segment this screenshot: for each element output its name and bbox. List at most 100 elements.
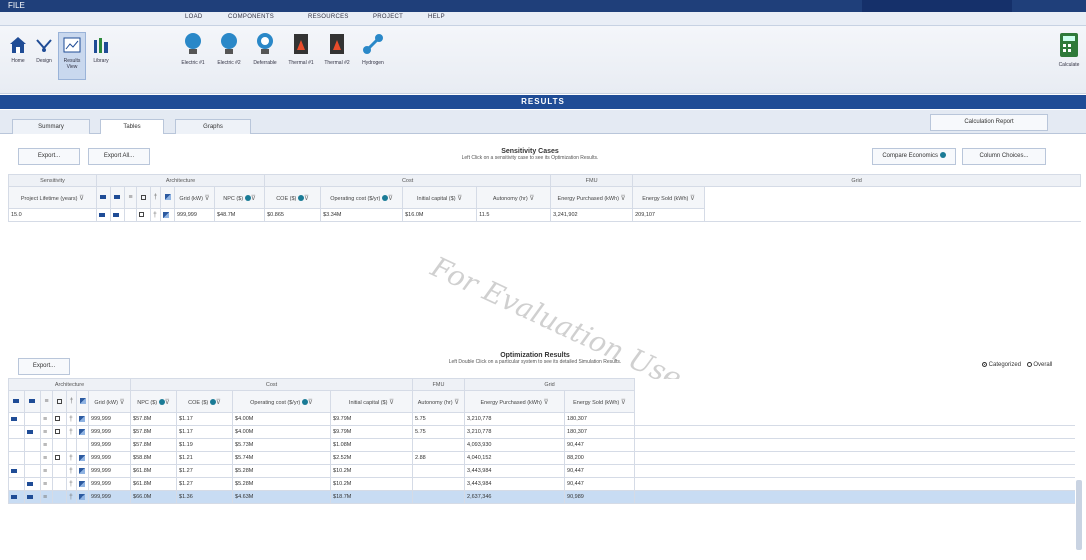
table-row[interactable]: ≡ 999,999 $57.8M $1.19 $5.73M $1.08M 4,093,930…	[8, 438, 1075, 452]
col-capital[interactable]: Initial capital ($) ⊽	[402, 186, 478, 209]
library-button[interactable]: Library	[88, 36, 114, 64]
filter-icon[interactable]: ⊽	[389, 399, 394, 406]
sensitivity-title: Sensitivity Cases Left Click on a sensit…	[380, 148, 680, 161]
cell-icon	[66, 438, 77, 452]
tab-graphs[interactable]: Graphs	[175, 119, 251, 134]
overall-radio[interactable]	[1026, 362, 1032, 367]
home-button[interactable]: Home	[6, 36, 30, 64]
table-row[interactable]: ≡ † 999,999 $61.8M $1.27 $5.28M $10.2M 3,443,98…	[8, 464, 1075, 478]
electric2-button[interactable]: Electric #2	[212, 32, 246, 66]
cell-icon: ≡	[40, 490, 53, 504]
filter-icon[interactable]: ⊽	[454, 399, 459, 406]
scrollbar-thumb[interactable]	[1076, 480, 1082, 550]
optimization-title: Optimization Results Left Double Click o…	[380, 352, 690, 365]
filter-icon[interactable]: ⊽	[529, 195, 534, 202]
menu-project[interactable]: PROJECT	[373, 14, 403, 20]
table-row[interactable]: ≡ † 999,999 $58.8M $1.21 $5.74M $2.52M 2.88 4,04…	[8, 451, 1075, 465]
cell-icon	[124, 208, 137, 222]
cell-opcost: $5.73M	[232, 438, 332, 452]
opt-col-npc[interactable]: NPC ($) ⊽	[130, 390, 178, 413]
filter-icon[interactable]: ⊽	[216, 399, 221, 406]
cell-autonomy	[412, 490, 466, 504]
cell-npc: $57.8M	[130, 425, 178, 439]
opt-col-opcost-label: Operating cost ($/yr)	[250, 399, 301, 406]
col-coe[interactable]: COE ($) ⊽	[264, 186, 322, 209]
opt-col-opcost[interactable]: Operating cost ($/yr) ⊽	[232, 390, 332, 413]
cell-sold: 88,200	[564, 451, 636, 465]
filter-icon[interactable]: ⊽	[165, 399, 170, 406]
opt-col-sold[interactable]: Energy Sold (kWh) ⊽	[564, 390, 636, 413]
col-opcost[interactable]: Operating cost ($/yr) ⊽	[320, 186, 404, 209]
filter-icon[interactable]: ⊽	[690, 195, 695, 202]
calculation-report-button[interactable]: Calculation Report	[930, 114, 1048, 131]
opt-col-autonomy[interactable]: Autonomy (hr) ⊽	[412, 390, 466, 413]
col-purchased[interactable]: Energy Purchased (kWh) ⊽	[550, 186, 634, 209]
sens-export-button[interactable]: Export...	[18, 148, 80, 165]
filter-icon[interactable]: ⊽	[388, 195, 393, 202]
col-npc[interactable]: NPC ($) ⊽	[213, 186, 266, 209]
cell-sold: 90,447	[564, 438, 636, 452]
menu-load[interactable]: LOAD	[185, 14, 203, 20]
table-row[interactable]: 15.0 † 999,999 $48.7M $0.865 $3.34M $16.…	[8, 208, 1086, 222]
table-row[interactable]: ≡ † 999,999 $57.8M $1.17 $4.00M $9.79M 5.75 3,21…	[8, 412, 1075, 426]
cell-coe: $1.17	[176, 412, 234, 426]
hydrogen-button[interactable]: Hydrogen	[356, 32, 390, 66]
filter-icon[interactable]: ⊽	[119, 399, 124, 406]
deferrable-button[interactable]: Deferrable	[248, 32, 282, 66]
electric1-button[interactable]: Electric #1	[176, 32, 210, 66]
thermal1-button[interactable]: Thermal #1	[284, 32, 318, 66]
filter-icon[interactable]: ⊽	[204, 195, 209, 202]
menu-resources[interactable]: RESOURCES	[308, 14, 349, 20]
converter-icon	[79, 493, 85, 500]
cell-opcost: $3.34M	[320, 208, 404, 222]
table-row[interactable]: ≡ † 999,999 $61.8M $1.27 $5.28M $10.2M 3,443,98…	[8, 477, 1075, 491]
filter-icon[interactable]: ⊽	[543, 399, 548, 406]
opt-group-architecture: Architecture	[7, 378, 132, 391]
opt-col-coe[interactable]: COE ($) ⊽	[176, 390, 234, 413]
table-row[interactable]: ≡ † 999,999 $66.0M $1.36 $4.63M $18.7M 2,637,34…	[8, 490, 1075, 504]
opt-col-grid-label: Grid (kW)	[94, 399, 118, 406]
categorized-radio[interactable]	[982, 362, 987, 367]
tab-summary[interactable]: Summary	[12, 119, 90, 134]
file-label[interactable]: FILE	[8, 1, 25, 10]
opt-col-capital[interactable]: Initial capital ($) ⊽	[330, 390, 414, 413]
col-pv2	[110, 186, 125, 209]
opt-export-button[interactable]: Export...	[18, 358, 70, 375]
filter-icon[interactable]: ⊽	[308, 399, 313, 406]
column-choices-button[interactable]: Column Choices...	[962, 148, 1046, 165]
design-button[interactable]: Design	[32, 36, 56, 64]
col-grid[interactable]: Grid (kW) ⊽	[174, 186, 215, 209]
cell-coe: $1.27	[176, 477, 234, 491]
calculate-button[interactable]: Calculate	[1052, 32, 1086, 68]
col-autonomy[interactable]: Autonomy (hr) ⊽	[476, 186, 552, 209]
results-view-button[interactable]: Results View	[58, 32, 86, 80]
cell-coe: $0.865	[264, 208, 322, 222]
filter-icon[interactable]: ⊽	[304, 195, 309, 202]
library-icon	[94, 38, 108, 53]
cell-purchased: 3,210,778	[464, 412, 566, 426]
opt-col-purchased[interactable]: Energy Purchased (kWh) ⊽	[464, 390, 566, 413]
converter-icon	[79, 415, 85, 422]
menu-components[interactable]: COMPONENTS	[228, 14, 274, 20]
filter-icon[interactable]: ⊽	[251, 195, 256, 202]
cell-icon	[52, 490, 67, 504]
table-row[interactable]: ≡ † 999,999 $57.8M $1.17 $4.00M $9.79M 5.75 3,21…	[8, 425, 1075, 439]
opt-col-pv1	[8, 390, 25, 413]
tab-tables[interactable]: Tables	[100, 119, 164, 134]
sens-export-all-button[interactable]: Export All...	[88, 148, 150, 165]
cell-sold: 209,107	[632, 208, 706, 222]
cell-coe: $1.21	[176, 451, 234, 465]
compare-economics-button[interactable]: Compare Economics	[872, 148, 956, 165]
menu-help[interactable]: HELP	[428, 14, 445, 20]
cell-lifetime: 15.0	[8, 208, 97, 222]
opt-col-converter	[76, 390, 89, 413]
col-sold[interactable]: Energy Sold (kWh) ⊽	[632, 186, 706, 209]
filter-icon[interactable]: ⊽	[79, 195, 84, 202]
col-project-lifetime[interactable]: Project Lifetime (years) ⊽	[8, 186, 97, 209]
thermal2-button[interactable]: Thermal #2	[320, 32, 354, 66]
filter-icon[interactable]: ⊽	[621, 195, 626, 202]
filter-icon[interactable]: ⊽	[457, 195, 462, 202]
filter-icon[interactable]: ⊽	[621, 399, 626, 406]
tabs-row: Summary Tables Graphs Calculation Report	[0, 110, 1086, 134]
opt-col-grid[interactable]: Grid (kW) ⊽	[87, 390, 132, 413]
